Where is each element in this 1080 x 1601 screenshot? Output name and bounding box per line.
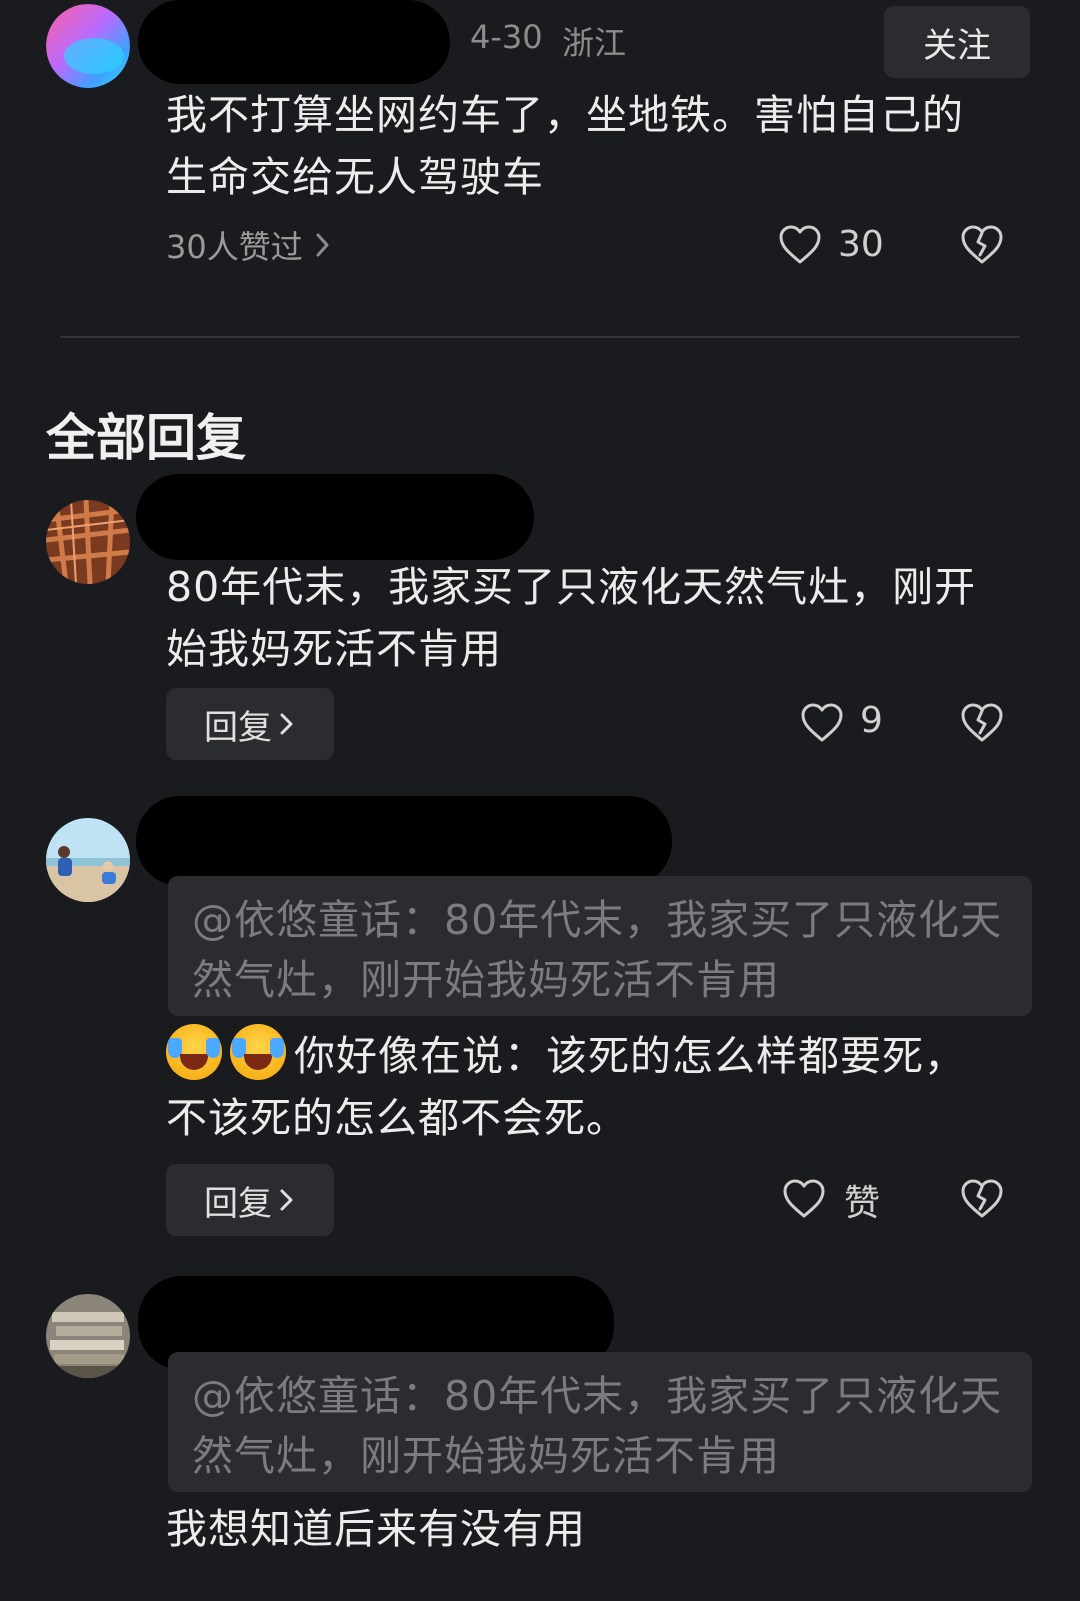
redacted-username bbox=[138, 0, 450, 84]
main-comment-text: 我不打算坐网约车了，坐地铁。害怕自己的生命交给无人驾驶车 bbox=[166, 91, 964, 201]
chevron-right-icon bbox=[313, 230, 333, 260]
reply3-text: 我想知道后来有没有用 bbox=[166, 1505, 586, 1553]
reply3-avatar[interactable] bbox=[46, 1294, 130, 1378]
reply-button-label: 回复 bbox=[204, 1183, 272, 1224]
redacted-username bbox=[136, 474, 534, 560]
broken-heart-icon[interactable] bbox=[960, 702, 1004, 744]
reply1-reply-button[interactable]: 回复 bbox=[166, 688, 334, 760]
reply3-quote: @依悠童话：80年代末，我家买了只液化天然气灶，刚开始我妈死活不肯用 bbox=[168, 1352, 1032, 1492]
reply-button-label: 回复 bbox=[204, 707, 272, 748]
redacted-username bbox=[136, 796, 672, 886]
main-like-count: 30 bbox=[838, 224, 884, 265]
reply2-body: 你好像在说：该死的怎么样都要死，不该死的怎么都不会死。 bbox=[166, 1024, 1006, 1149]
reply2-quote: @依悠童话：80年代末，我家买了只液化天然气灶，刚开始我妈死活不肯用 bbox=[168, 876, 1032, 1016]
heart-outline-icon[interactable] bbox=[782, 1178, 826, 1220]
crying-laughing-emoji bbox=[166, 1024, 222, 1080]
broken-heart-icon[interactable] bbox=[960, 224, 1004, 266]
reply2-like-label: 赞 bbox=[844, 1183, 881, 1224]
heart-outline-icon[interactable] bbox=[778, 224, 822, 266]
comment-date: 4-30 bbox=[470, 18, 543, 56]
likes-summary-label: 30人赞过 bbox=[166, 228, 303, 266]
chevron-right-icon bbox=[278, 710, 296, 738]
chevron-right-icon bbox=[278, 1186, 296, 1214]
divider bbox=[60, 336, 1020, 338]
reply2-reply-button[interactable]: 回复 bbox=[166, 1164, 334, 1236]
heart-outline-icon[interactable] bbox=[800, 702, 844, 744]
main-commenter-avatar[interactable] bbox=[46, 4, 130, 88]
likes-summary-link[interactable]: 30人赞过 bbox=[166, 222, 333, 268]
all-replies-heading: 全部回复 bbox=[46, 409, 246, 467]
reply1-avatar[interactable] bbox=[46, 500, 130, 584]
reply1-text: 80年代末，我家买了只液化天然气灶，刚开始我妈死活不肯用 bbox=[166, 563, 977, 673]
reply1-like-count: 9 bbox=[860, 700, 883, 741]
reply2-text: 你好像在说：该死的怎么样都要死，不该死的怎么都不会死。 bbox=[166, 1032, 966, 1142]
broken-heart-icon[interactable] bbox=[960, 1178, 1004, 1220]
follow-button[interactable]: 关注 bbox=[884, 6, 1030, 78]
crying-laughing-emoji bbox=[230, 1024, 286, 1080]
comment-location: 浙江 bbox=[562, 24, 627, 62]
reply2-avatar[interactable] bbox=[46, 818, 130, 902]
